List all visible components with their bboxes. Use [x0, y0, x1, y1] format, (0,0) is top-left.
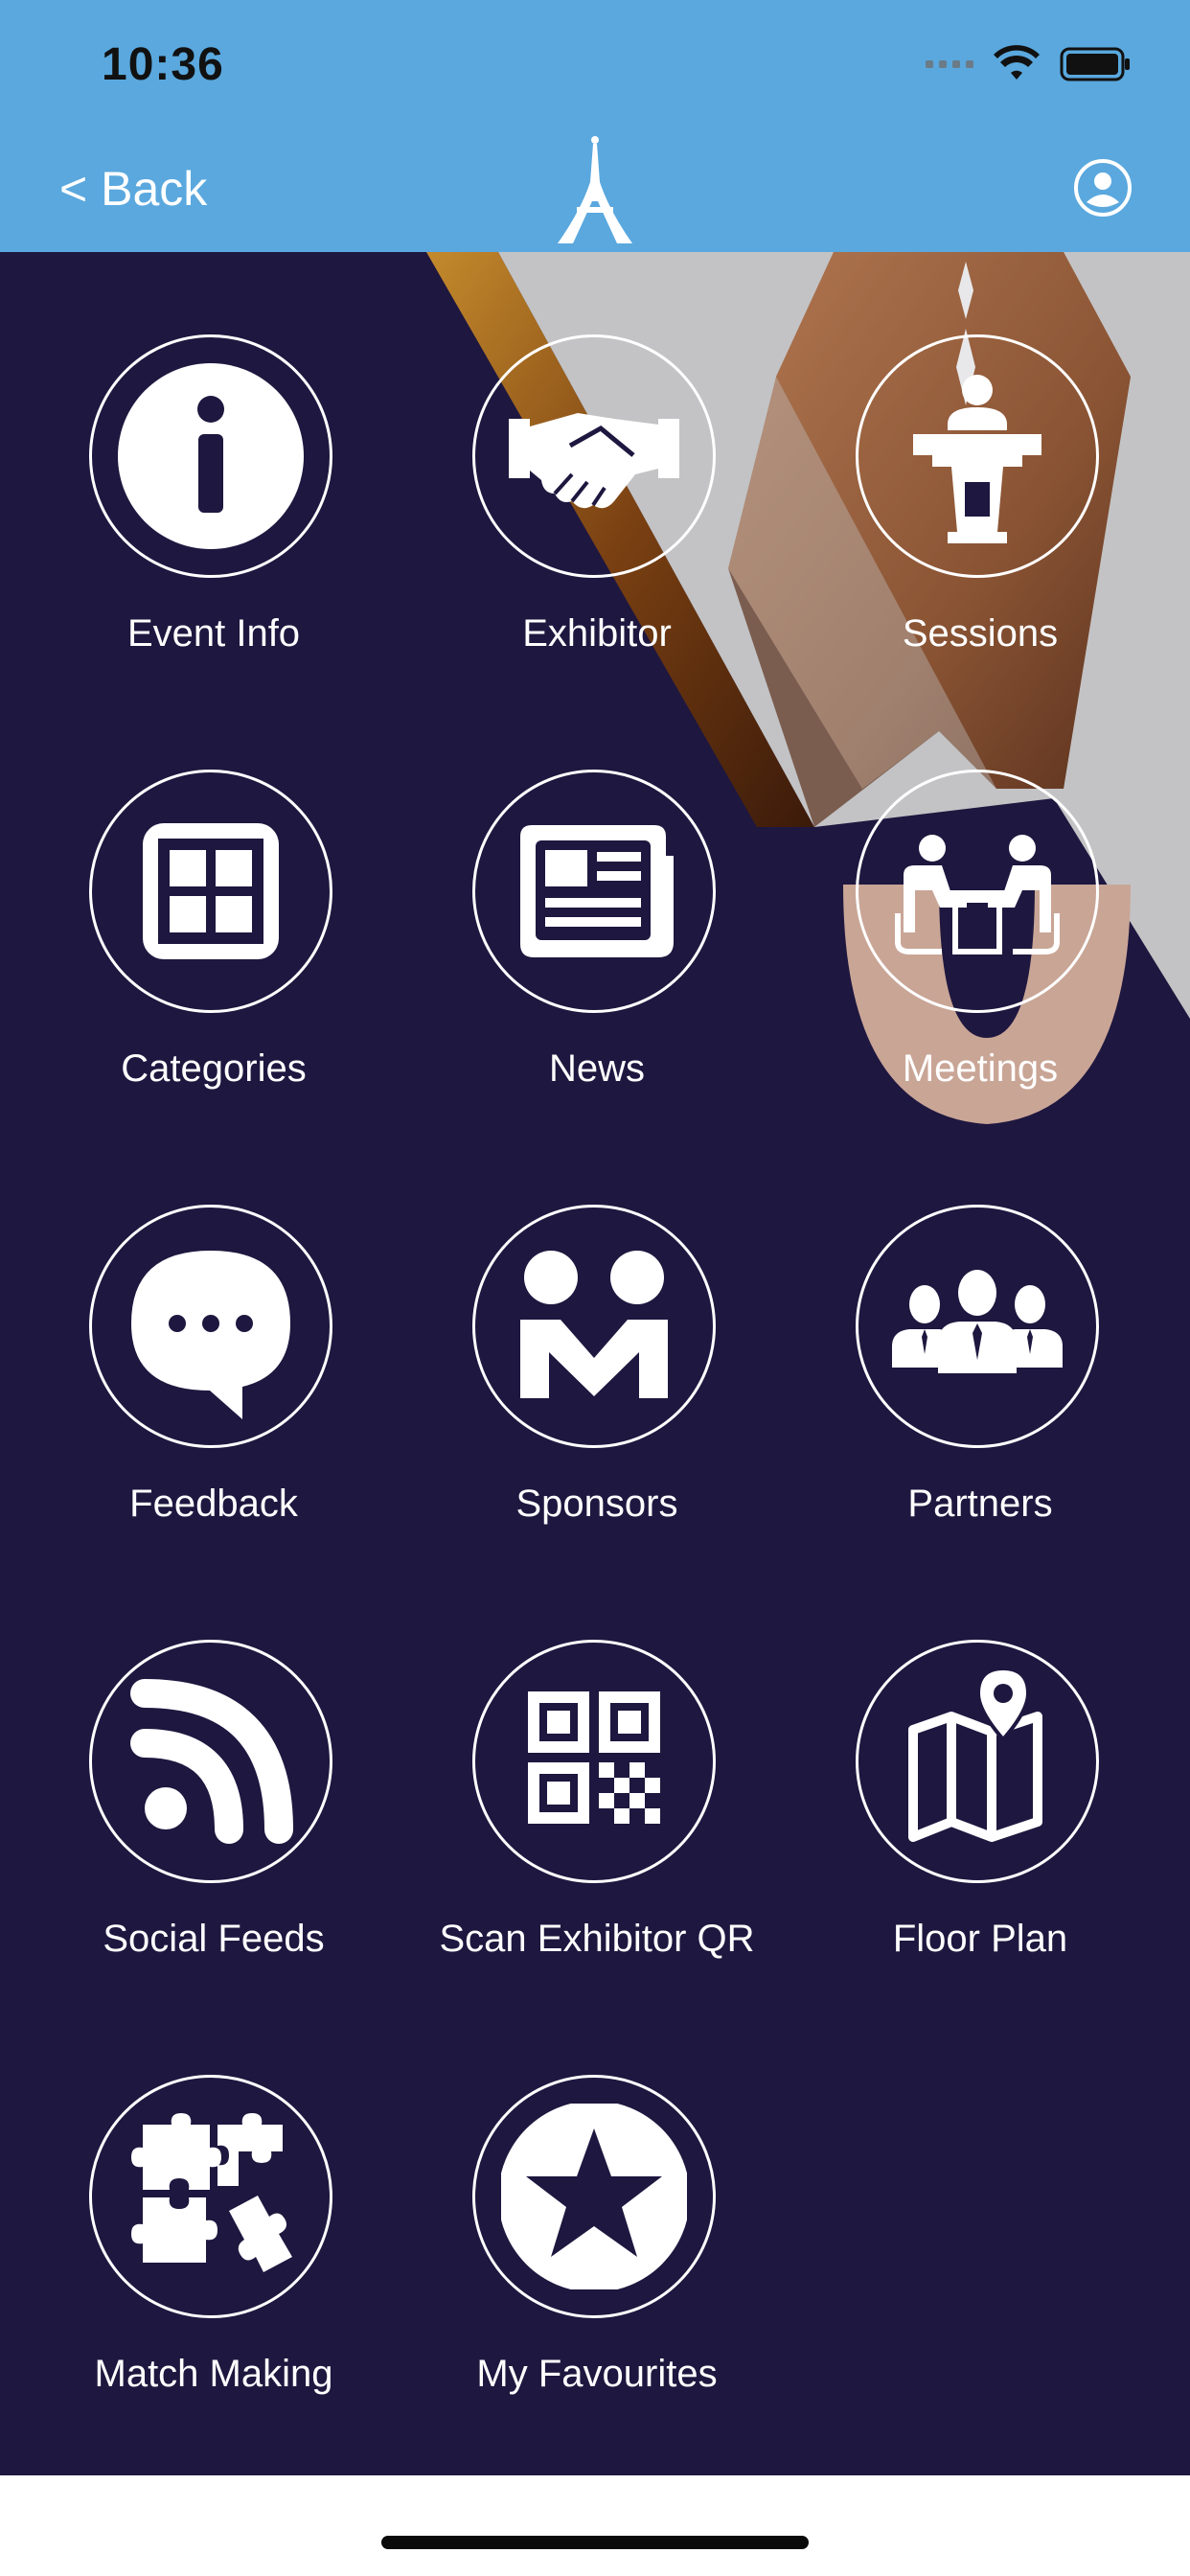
tile-circle [472, 2075, 716, 2318]
info-icon [118, 363, 304, 549]
tile-news[interactable]: News [415, 770, 779, 1153]
puzzle-icon [131, 2113, 292, 2272]
tile-scan-exhibitor-qr[interactable]: Scan Exhibitor QR [415, 1640, 779, 2023]
tile-meetings[interactable]: Meetings [798, 770, 1162, 1153]
signal-icon [926, 60, 973, 68]
star-icon [501, 2104, 687, 2289]
status-time: 10:36 [102, 39, 224, 90]
bottom-safe-area [0, 2475, 1190, 2576]
tile-label: Exhibitor [522, 612, 672, 655]
tile-circle [856, 334, 1099, 578]
tile-label: Feedback [129, 1483, 298, 1525]
profile-icon[interactable] [1073, 158, 1133, 218]
back-button[interactable]: < Back [59, 161, 207, 217]
tile-circle [89, 334, 332, 578]
tile-circle [472, 334, 716, 578]
tile-my-favourites[interactable]: My Favourites [415, 2075, 779, 2458]
tile-sponsors[interactable]: Sponsors [415, 1205, 779, 1588]
tile-label: Match Making [94, 2353, 333, 2395]
wifi-icon [994, 45, 1040, 80]
chat-bubble-icon [131, 1251, 290, 1419]
tile-categories[interactable]: Categories [32, 770, 396, 1153]
tile-circle [472, 1205, 716, 1448]
tile-label: Meetings [902, 1047, 1059, 1090]
tile-label: My Favourites [476, 2353, 718, 2395]
top-bar: 10:36 < Back [0, 0, 1190, 252]
tile-label: Categories [121, 1047, 307, 1090]
tile-sessions[interactable]: Sessions [798, 334, 1162, 718]
home-indicator[interactable] [381, 2536, 809, 2549]
tile-circle [89, 2075, 332, 2318]
tile-label: Sponsors [515, 1483, 678, 1525]
tile-label: Floor Plan [892, 1918, 1068, 1960]
categories-grid-icon [143, 823, 279, 959]
logo-icon [558, 136, 632, 243]
map-pin-icon [908, 1668, 1042, 1842]
tile-circle [89, 770, 332, 1013]
battery-icon [1060, 47, 1130, 81]
tile-partners[interactable]: Partners [798, 1205, 1162, 1588]
tile-circle [856, 1205, 1099, 1448]
main-area: Event Info Exhibitor Sessions Categories… [0, 252, 1190, 2475]
tile-label: Social Feeds [103, 1918, 325, 1960]
menu-grid: Event Info Exhibitor Sessions Categories… [0, 252, 1190, 2475]
tile-floor-plan[interactable]: Floor Plan [798, 1640, 1162, 2023]
status-icons [926, 42, 1133, 86]
tile-match-making[interactable]: Match Making [32, 2075, 396, 2458]
people-group-icon [892, 1270, 1063, 1373]
qr-code-icon [528, 1691, 660, 1824]
tile-circle [472, 1640, 716, 1883]
tile-circle [856, 770, 1099, 1013]
tile-label: Event Info [126, 612, 301, 655]
rss-icon [130, 1679, 293, 1844]
tile-circle [472, 770, 716, 1013]
newspaper-icon [520, 825, 674, 957]
tile-label: Scan Exhibitor QR [439, 1918, 755, 1960]
tile-circle [89, 1640, 332, 1883]
tile-label: Sessions [902, 612, 1059, 655]
tile-feedback[interactable]: Feedback [32, 1205, 396, 1588]
meeting-icon [895, 835, 1060, 954]
tile-circle [856, 1640, 1099, 1883]
tile-event-info[interactable]: Event Info [32, 334, 396, 718]
tile-circle [89, 1205, 332, 1448]
tile-label: Partners [907, 1483, 1053, 1525]
tile-exhibitor[interactable]: Exhibitor [415, 334, 779, 718]
handshake-icon [509, 413, 679, 509]
tile-label: News [548, 1047, 646, 1090]
sponsors-icon [520, 1251, 668, 1398]
speaker-podium-icon [913, 375, 1041, 543]
tile-social-feeds[interactable]: Social Feeds [32, 1640, 396, 2023]
